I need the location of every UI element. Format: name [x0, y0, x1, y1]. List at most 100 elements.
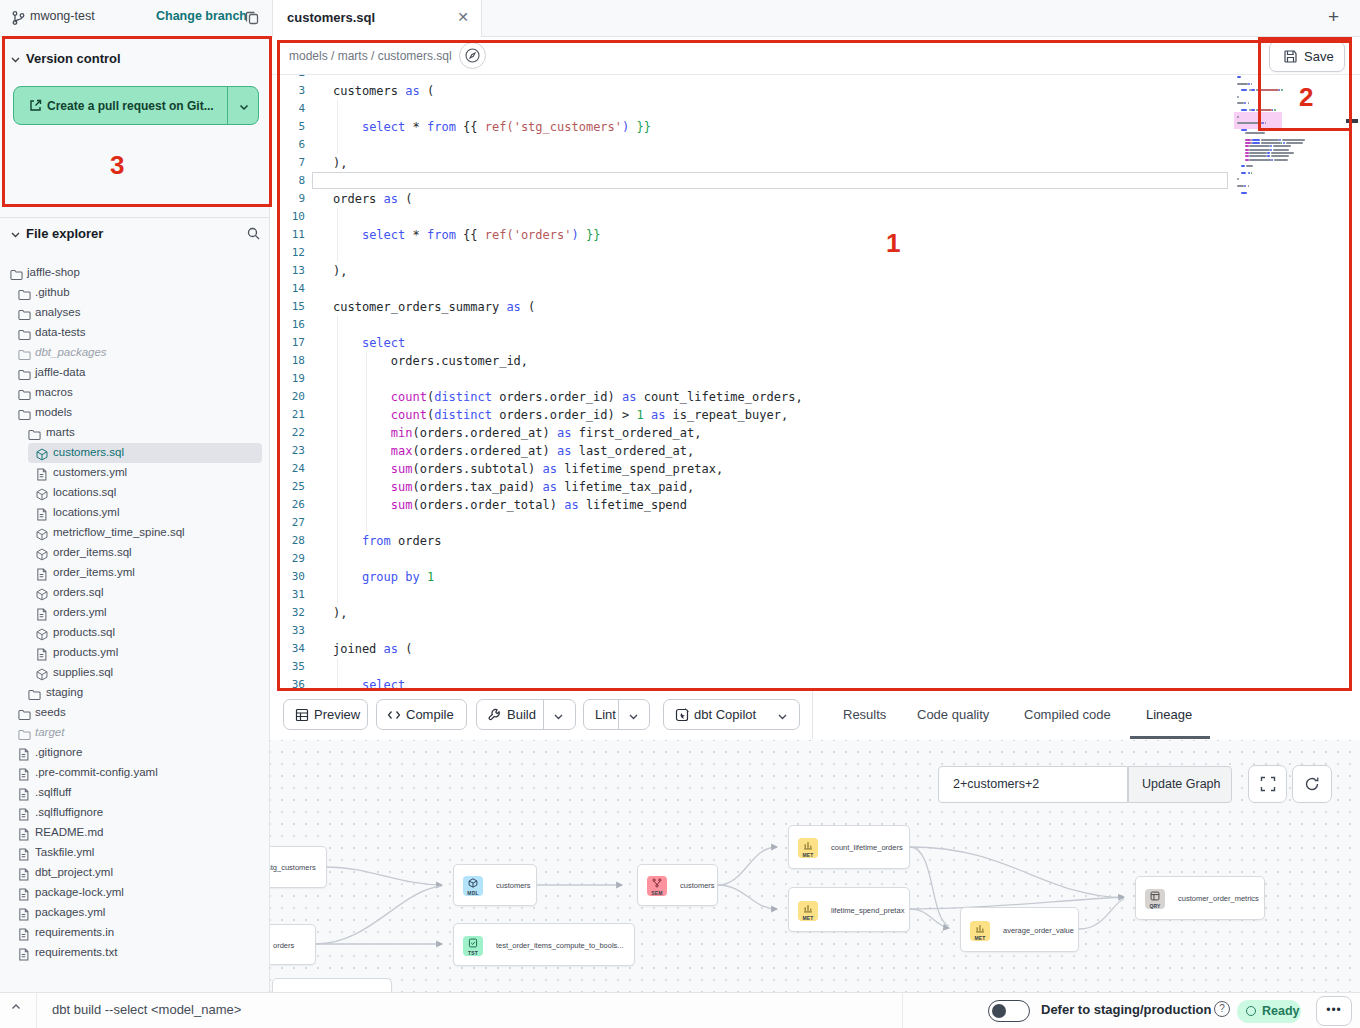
copy-icon[interactable]: [245, 10, 259, 25]
code-editor[interactable]: 1234567891011121314151617181920212223242…: [270, 75, 1360, 689]
defer-toggle[interactable]: [988, 1000, 1030, 1022]
lint-button[interactable]: Lint: [583, 699, 650, 730]
save-button[interactable]: Save: [1269, 41, 1345, 72]
code-line-22: min(orders.ordered_at) as first_ordered_…: [333, 424, 701, 442]
file-explorer-chevron-icon[interactable]: [10, 229, 20, 239]
tree-item-requirements-txt[interactable]: requirements.txt: [0, 943, 270, 963]
search-icon[interactable]: [246, 226, 261, 241]
tree-item-products-yml[interactable]: products.yml: [0, 643, 270, 663]
tree-item-macros[interactable]: macros: [0, 383, 270, 403]
file-icon: [18, 947, 29, 965]
lineage-node-stg-customers[interactable]: MDLstg_customers: [270, 846, 327, 888]
update-graph-button[interactable]: Update Graph: [1128, 766, 1232, 803]
copilot-dropdown-chevron-icon[interactable]: [777, 711, 788, 722]
version-control-chevron-icon[interactable]: [10, 54, 20, 64]
tree-item-products-sql[interactable]: products.sql: [0, 623, 270, 643]
build-dropdown-chevron-icon[interactable]: [553, 711, 564, 722]
dbt-copilot-button[interactable]: dbt Copilot: [663, 699, 800, 730]
tree-item-orders-yml[interactable]: orders.yml: [0, 603, 270, 623]
tree-item-requirements-in[interactable]: requirements.in: [0, 923, 270, 943]
tree-item-jaffle-shop[interactable]: jaffle-shop: [0, 263, 270, 283]
tree-item--github[interactable]: .github: [0, 283, 270, 303]
lineage-node-orders[interactable]: MDLorders: [270, 924, 316, 965]
tab-code-quality[interactable]: Code quality: [917, 707, 989, 722]
tree-item-dbt-packages[interactable]: dbt_packages: [0, 343, 270, 363]
tree-item-marts[interactable]: marts: [0, 423, 270, 443]
tree-item-supplies-sql[interactable]: supplies.sql: [0, 663, 270, 683]
tree-item-data-tests[interactable]: data-tests: [0, 323, 270, 343]
compass-button[interactable]: [459, 42, 486, 69]
active-line-indicator: [312, 172, 1228, 189]
tab-results[interactable]: Results: [843, 707, 886, 722]
tree-item-locations-sql[interactable]: locations.sql: [0, 483, 270, 503]
preview-button[interactable]: Preview: [283, 699, 368, 730]
tab-compiled-code[interactable]: Compiled code: [1024, 707, 1111, 722]
lineage-search-input[interactable]: 2+customers+2: [938, 766, 1128, 803]
tree-item-label: customers.sql: [53, 446, 124, 458]
code-line-34: joined as (: [333, 640, 412, 658]
statusbar-expand-icon[interactable]: [10, 1001, 22, 1013]
pr-button-label: Create a pull request on Git...: [47, 99, 214, 113]
lineage-node-lifetime-spend-pretax[interactable]: METlifetime_spend_pretax: [788, 887, 910, 932]
version-control-header[interactable]: Version control: [26, 51, 121, 66]
tree-item--sqlfluff[interactable]: .sqlfluff: [0, 783, 270, 803]
tree-item-locations-yml[interactable]: locations.yml: [0, 503, 270, 523]
tree-item-package-lock-yml[interactable]: package-lock.yml: [0, 883, 270, 903]
tree-item-dbt-project-yml[interactable]: dbt_project.yml: [0, 863, 270, 883]
refresh-button[interactable]: [1292, 765, 1332, 803]
tree-item-order-items-yml[interactable]: order_items.yml: [0, 563, 270, 583]
more-options-button[interactable]: •••: [1316, 996, 1352, 1026]
tree-item-label: models: [35, 406, 72, 418]
tab-customers-sql[interactable]: customers.sql ✕: [272, 0, 482, 37]
line-number: 21: [270, 406, 305, 424]
lineage-node-customers[interactable]: SEMcustomers: [637, 864, 718, 906]
fullscreen-button[interactable]: [1248, 765, 1287, 803]
tree-item-orders-sql[interactable]: orders.sql: [0, 583, 270, 603]
tree-item-models[interactable]: models: [0, 403, 270, 423]
tree-item-target[interactable]: target: [0, 723, 270, 743]
file-explorer-header[interactable]: File explorer: [26, 226, 103, 241]
build-button[interactable]: Build: [476, 699, 576, 730]
pr-dropdown-chevron-icon[interactable]: [238, 101, 250, 113]
dbt-ide-app: mwong-test Change branch customers.sql ✕…: [0, 0, 1360, 1028]
tree-item-seeds[interactable]: seeds: [0, 703, 270, 723]
code-line-23: max(orders.ordered_at) as last_ordered_a…: [333, 442, 694, 460]
qry-node-icon: QRY: [1145, 889, 1165, 909]
tree-item-customers-sql[interactable]: customers.sql: [0, 443, 270, 463]
command-text[interactable]: dbt build --select <model_name>: [52, 1002, 241, 1017]
tree-item-customers-yml[interactable]: customers.yml: [0, 463, 270, 483]
lineage-node-customers[interactable]: MDLcustomers: [453, 864, 537, 906]
lineage-node-average-order-value[interactable]: METaverage_order_value: [960, 907, 1079, 952]
code-line-9: orders as (: [333, 190, 412, 208]
code-line-26: sum(orders.order_total) as lifetime_spen…: [333, 496, 687, 514]
lineage-node-customer-order-metrics[interactable]: QRYcustomer_order_metrics: [1135, 876, 1265, 920]
met-node-icon: MET: [970, 921, 990, 941]
tree-item--pre-commit-config-yaml[interactable]: .pre-commit-config.yaml: [0, 763, 270, 783]
change-branch-link[interactable]: Change branch: [156, 9, 247, 23]
tab-close-icon[interactable]: ✕: [457, 9, 469, 25]
tree-item-metricflow-time-spine-sql[interactable]: metricflow_time_spine.sql: [0, 523, 270, 543]
lineage-node-partial[interactable]: [272, 978, 392, 992]
minimap[interactable]: [1234, 76, 1314, 201]
code-line-7: ),: [333, 154, 347, 172]
new-tab-icon[interactable]: +: [1328, 6, 1339, 28]
lineage-node-label: customers: [496, 881, 531, 890]
tree-item--gitignore[interactable]: .gitignore: [0, 743, 270, 763]
compile-button[interactable]: Compile: [376, 699, 467, 730]
lineage-node-test-order-items-compute-to-bools-[interactable]: TSTtest_order_items_compute_to_bools...: [453, 923, 635, 966]
tree-item-analyses[interactable]: analyses: [0, 303, 270, 323]
tree-item-packages-yml[interactable]: packages.yml: [0, 903, 270, 923]
tree-item-staging[interactable]: staging: [0, 683, 270, 703]
tree-item-readme-md[interactable]: README.md: [0, 823, 270, 843]
lint-dropdown-chevron-icon[interactable]: [628, 711, 639, 722]
tab-lineage[interactable]: Lineage: [1146, 707, 1192, 722]
tree-item-jaffle-data[interactable]: jaffle-data: [0, 363, 270, 383]
tree-item-taskfile-yml[interactable]: Taskfile.yml: [0, 843, 270, 863]
tst-node-icon: TST: [463, 936, 483, 956]
external-link-icon: [28, 98, 43, 113]
create-pull-request-button[interactable]: Create a pull request on Git...: [13, 86, 259, 125]
help-icon[interactable]: ?: [1214, 1001, 1230, 1017]
lineage-node-count-lifetime-orders[interactable]: METcount_lifetime_orders: [788, 825, 910, 869]
tree-item-order-items-sql[interactable]: order_items.sql: [0, 543, 270, 563]
tree-item--sqlfluffignore[interactable]: .sqlfluffignore: [0, 803, 270, 823]
